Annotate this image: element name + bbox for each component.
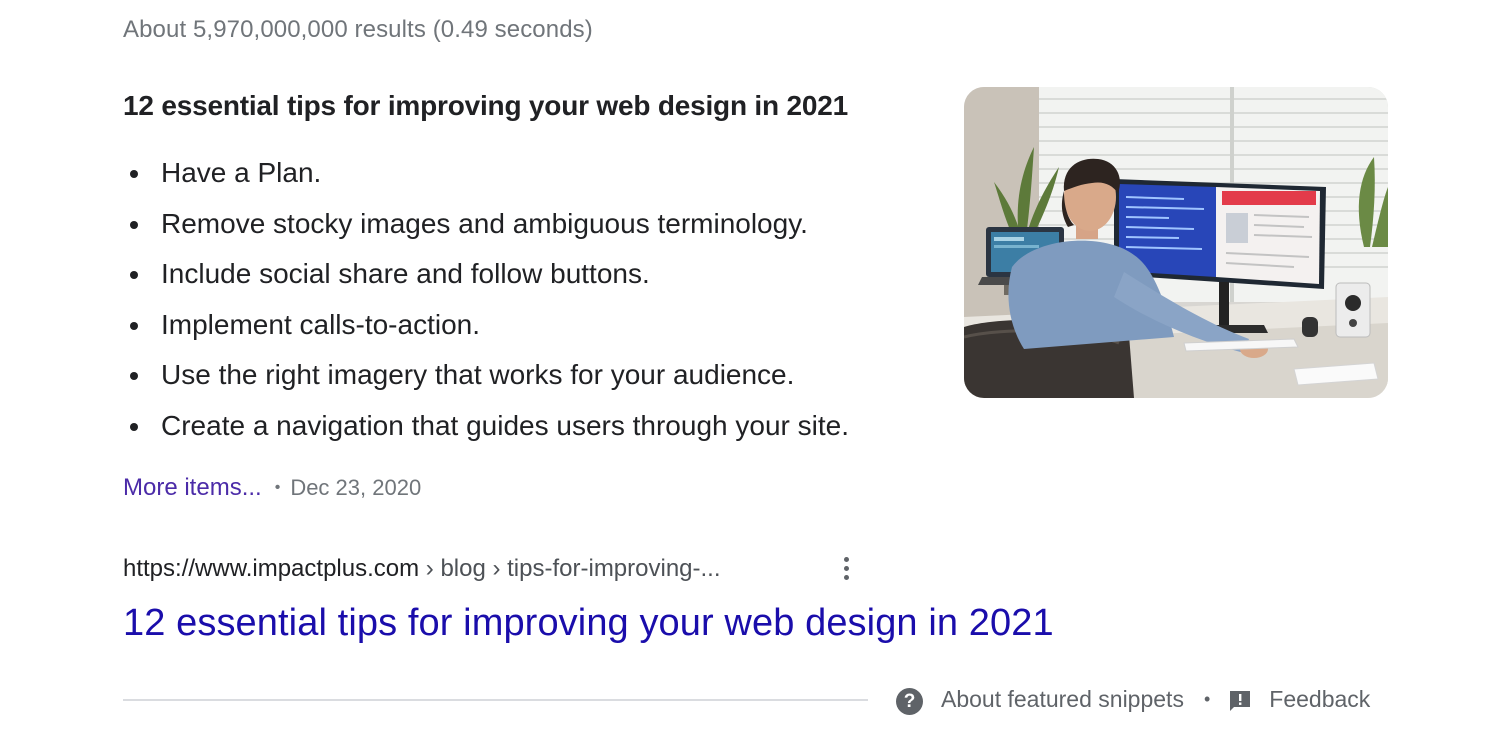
- snippet-list: Have a Plan. Remove stocky images and am…: [123, 150, 849, 454]
- footer-separator: •: [1203, 689, 1211, 709]
- bullet-icon: [130, 372, 138, 381]
- list-item-text: Include social share and follow buttons.: [161, 258, 650, 290]
- feedback-icon[interactable]: [1228, 689, 1252, 713]
- list-item: Include social share and follow buttons.: [123, 251, 849, 302]
- divider: [123, 699, 868, 701]
- source-breadcrumb: › blog › tips-for-improving-...: [419, 555, 721, 582]
- about-featured-snippets-link[interactable]: About featured snippets: [941, 686, 1184, 713]
- results-stats: About 5,970,000,000 results (0.49 second…: [123, 16, 593, 43]
- list-item: Implement calls-to-action.: [123, 302, 849, 353]
- list-item: Use the right imagery that works for you…: [123, 352, 849, 403]
- feedback-link[interactable]: Feedback: [1269, 686, 1370, 713]
- more-vert-icon[interactable]: [836, 553, 858, 585]
- bullet-icon: [130, 422, 138, 431]
- list-item: Create a navigation that guides users th…: [123, 403, 849, 454]
- list-item-text: Use the right imagery that works for you…: [161, 359, 795, 391]
- list-item-text: Have a Plan.: [161, 157, 322, 188]
- source-domain: https://www.impactplus.com: [123, 555, 420, 582]
- list-item-text: Implement calls-to-action.: [161, 308, 481, 340]
- help-icon[interactable]: ?: [896, 688, 923, 715]
- snippet-date: Dec 23, 2020: [290, 475, 422, 500]
- more-items-link[interactable]: More items...: [123, 474, 262, 502]
- bullet-icon: [130, 321, 138, 330]
- list-item: Have a Plan.: [123, 150, 849, 201]
- source-url[interactable]: https://www.impactplus.com › blog › tips…: [123, 555, 721, 583]
- date-separator: •: [274, 479, 281, 496]
- list-item-text: Create a navigation that guides users th…: [161, 409, 849, 441]
- more-items-row: More items... • Dec 23, 2020: [123, 474, 421, 502]
- snippet-thumbnail[interactable]: [964, 87, 1388, 398]
- snippet-heading: 12 essential tips for improving your web…: [123, 90, 848, 121]
- bullet-icon: [130, 170, 138, 178]
- list-item-text: Remove stocky images and ambiguous termi…: [161, 207, 808, 239]
- bullet-icon: [130, 271, 138, 280]
- snippet-footer: ? About featured snippets • Feedback: [896, 684, 1370, 715]
- result-title-link[interactable]: 12 essential tips for improving your web…: [123, 602, 1054, 645]
- person-at-computer-photo-icon: [964, 87, 1388, 398]
- list-item: Remove stocky images and ambiguous termi…: [123, 201, 849, 252]
- bullet-icon: [130, 220, 138, 229]
